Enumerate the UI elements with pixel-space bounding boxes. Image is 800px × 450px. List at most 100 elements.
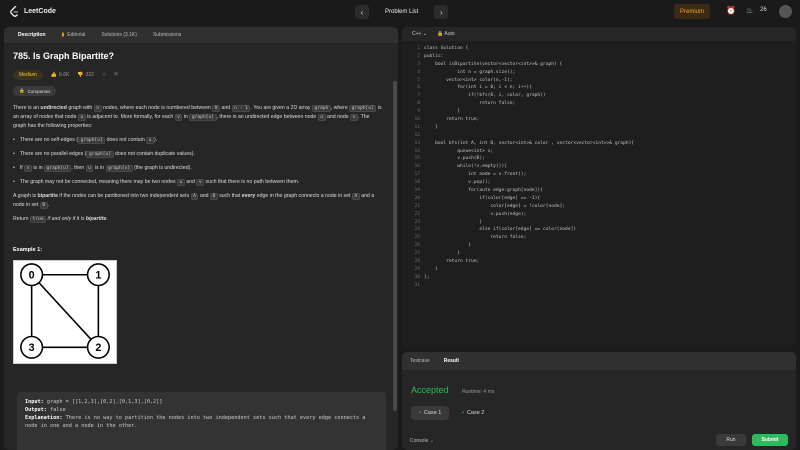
code-line[interactable]: 21 color[edge] = !color[node]; xyxy=(402,203,796,211)
line-number: 14 xyxy=(414,148,420,154)
run-button[interactable]: Run xyxy=(716,434,746,446)
code-text: class Solution { xyxy=(424,46,469,51)
problem-description: 785. Is Graph Bipartite? Medium 👍 6.6K 👎 3… xyxy=(4,43,392,450)
code-line[interactable]: 31 xyxy=(402,282,796,290)
next-problem-button[interactable]: › xyxy=(434,5,449,19)
premium-button[interactable]: Premium xyxy=(674,4,710,19)
prev-problem-button[interactable]: ‹ xyxy=(355,5,369,19)
line-number: 8 xyxy=(417,101,420,107)
code-line[interactable]: 3 bool isBipartite(vector<vector<int>>& … xyxy=(402,61,796,69)
like-button[interactable]: 👍 6.6K xyxy=(51,72,70,78)
editorial-icon: ▮ xyxy=(61,32,65,38)
logo[interactable]: LeetCode xyxy=(10,6,56,17)
line-number: 13 xyxy=(414,140,420,146)
code-line[interactable]: 15 v.push(B); xyxy=(402,155,796,163)
line-number: 16 xyxy=(414,164,420,170)
code-line[interactable]: 18 v.pop(); xyxy=(402,179,796,187)
code-editor-panel: C++ ⌄ 🔒 Auto 1 class Solution { 2 public: 3 … xyxy=(402,27,796,347)
code-text: } xyxy=(424,243,472,249)
code-line[interactable]: 8 return false; xyxy=(402,100,796,108)
code-line[interactable]: 9 } xyxy=(402,108,796,116)
example-title: Example 1: xyxy=(13,247,43,253)
code-line[interactable]: 25 return false; xyxy=(402,234,796,242)
line-number: 9 xyxy=(417,109,420,115)
tab-description[interactable]: Description xyxy=(10,27,54,43)
tab-editorial[interactable]: ▮ Editorial xyxy=(54,27,94,43)
code-line[interactable]: 1 class Solution { xyxy=(402,45,796,53)
code-text: else if(color[edge] == color[node]) xyxy=(424,227,577,233)
code-line[interactable]: 26 } xyxy=(402,242,796,250)
code-line[interactable]: 7 if(!bfs(0, i, color, graph)) xyxy=(402,92,796,100)
submit-button[interactable]: Submit xyxy=(752,434,788,446)
auto-mode[interactable]: 🔒 Auto xyxy=(437,31,455,37)
code-text: } xyxy=(424,219,483,225)
code-text: bool bfs(int A, int B, vector<int>& colo… xyxy=(424,140,635,146)
result-tabs: Testcase Result xyxy=(402,352,796,370)
code-line[interactable]: 23 } xyxy=(402,219,796,227)
line-number: 1 xyxy=(417,46,420,51)
share-button[interactable]: ⇱ xyxy=(114,72,118,78)
dislike-button[interactable]: 👎 322 xyxy=(77,72,94,78)
code-line[interactable]: 11 } xyxy=(402,124,796,132)
line-number: 24 xyxy=(414,227,420,233)
line-number: 25 xyxy=(414,235,420,241)
problem-meta: Medium 👍 6.6K 👎 322 ☆ ⇱ xyxy=(13,70,383,80)
code-line[interactable]: 30}; xyxy=(402,274,796,282)
tab-result[interactable]: Result xyxy=(444,358,459,364)
code-line[interactable]: 22 v.push(edge); xyxy=(402,211,796,219)
code-line[interactable]: 24 else if(color[edge] == color[node]) xyxy=(402,226,796,234)
example-io-box: Input: graph = [[1,2,3],[0,2],[0,1,3],[0… xyxy=(17,392,386,450)
code-line[interactable]: 19 for(auto edge:graph[node]){ xyxy=(402,187,796,195)
code-line[interactable]: 4 int n = graph.size(); xyxy=(402,69,796,77)
code-line[interactable]: 29 } xyxy=(402,266,796,274)
code-line[interactable]: 10 return true; xyxy=(402,116,796,124)
case-1-tab[interactable]: • Case 1 xyxy=(411,406,450,420)
timer-icon[interactable]: ⏰ xyxy=(726,6,736,15)
chevron-left-icon: ‹ xyxy=(360,7,364,17)
code-line[interactable]: 14 queue<int> v; xyxy=(402,148,796,156)
code-text: vector<int> color(n,-1); xyxy=(424,77,513,83)
code-line[interactable]: 20 if(color[edge] == -1){ xyxy=(402,195,796,203)
description-paragraph-3: Return true if and only if it is biparti… xyxy=(13,216,108,223)
app-name: LeetCode xyxy=(24,8,56,15)
problem-list-button[interactable]: Problem List xyxy=(373,5,430,19)
result-runtime: Runtime: 4 ms xyxy=(462,389,495,395)
lock-icon: 🔒 xyxy=(19,88,25,93)
code-line[interactable]: 5 vector<int> color(n,-1); xyxy=(402,77,796,85)
line-number: 31 xyxy=(414,282,420,288)
line-number: 15 xyxy=(414,156,420,162)
tab-testcase[interactable]: Testcase xyxy=(410,358,430,364)
graph-node-3: 3 xyxy=(29,342,35,354)
tab-submissions[interactable]: Submissions xyxy=(145,27,189,43)
line-number: 20 xyxy=(414,195,420,201)
code-text: if(color[edge] == -1){ xyxy=(424,195,541,201)
code-line[interactable]: 12 xyxy=(402,132,796,140)
graph-node-0: 0 xyxy=(29,270,35,282)
code-text: v.push(edge); xyxy=(424,211,527,217)
line-number: 23 xyxy=(414,219,420,225)
code-text: public: xyxy=(424,53,444,59)
code-line[interactable]: 2 public: xyxy=(402,53,796,61)
line-number: 27 xyxy=(414,251,420,257)
star-button[interactable]: ☆ xyxy=(102,72,106,78)
line-number: 17 xyxy=(414,172,420,178)
case-2-tab[interactable]: • Case 2 xyxy=(454,406,492,420)
fire-icon: ♨ xyxy=(746,6,754,15)
tab-solutions[interactable]: Solutions (3.1K) xyxy=(93,27,145,43)
language-select[interactable]: C++ ⌄ xyxy=(412,31,427,37)
code-area[interactable]: 1 class Solution { 2 public: 3 bool isBipart… xyxy=(402,45,796,290)
line-number: 26 xyxy=(414,243,420,249)
chevron-down-icon: ⌄ xyxy=(429,438,434,444)
code-line[interactable]: 16 while(!v.empty()){ xyxy=(402,163,796,171)
line-number: 4 xyxy=(417,69,420,75)
thumbs-down-icon: 👎 xyxy=(77,72,84,78)
code-line[interactable]: 27 } xyxy=(402,250,796,258)
code-line[interactable]: 17 int node = v.front(); xyxy=(402,171,796,179)
code-line[interactable]: 28 return true; xyxy=(402,258,796,266)
avatar[interactable] xyxy=(779,5,792,18)
code-line[interactable]: 13 bool bfs(int A, int B, vector<int>& c… xyxy=(402,140,796,148)
companies-tag[interactable]: 🔒 Companies xyxy=(13,86,57,96)
description-scrollbar[interactable] xyxy=(392,43,398,450)
star-icon: ☆ xyxy=(101,72,107,78)
code-line[interactable]: 6 for(int i = 0; i < n; i++){ xyxy=(402,84,796,92)
